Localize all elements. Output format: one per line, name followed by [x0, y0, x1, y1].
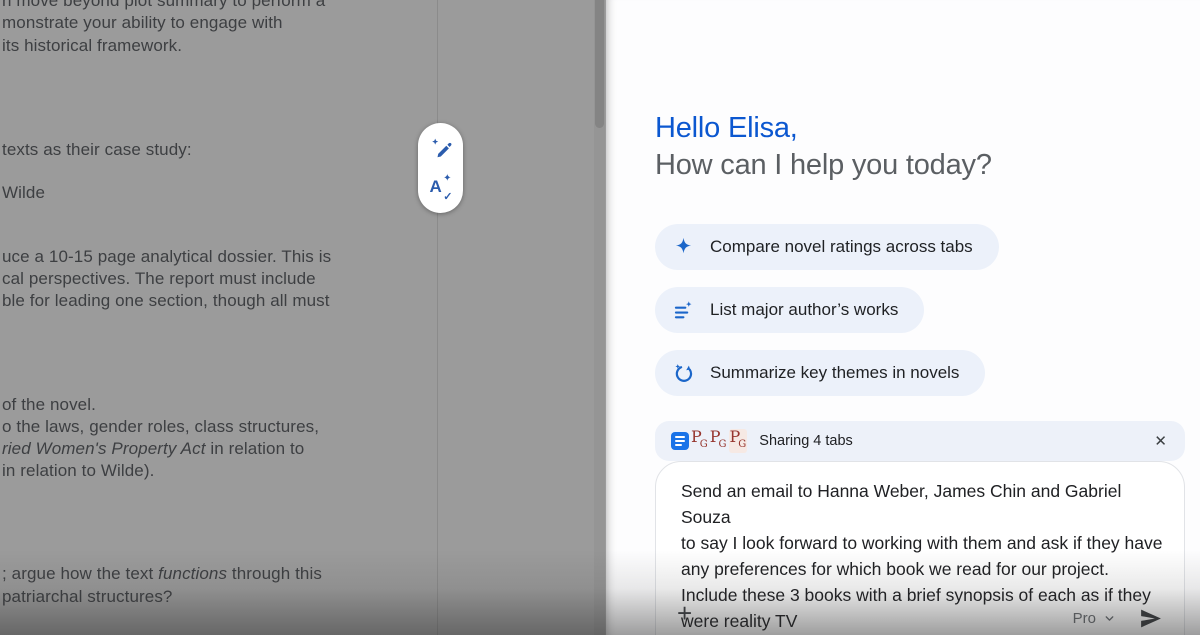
chip-label: List major author’s works [710, 300, 899, 319]
pencil-sparkle-icon [429, 136, 453, 160]
doc-line: of the novel. [2, 395, 96, 414]
doc-line: n move beyond plot summary to perform a [2, 0, 326, 10]
document-scrollbar[interactable] [594, 0, 605, 635]
greeting-name: Hello Elisa, [655, 112, 798, 144]
greeting-question: How can I help you today? [655, 149, 992, 181]
sharing-tabs-bar: PG PG PG Sharing 4 tabs ✕ [655, 421, 1185, 461]
refresh-sparkle-icon [672, 362, 695, 385]
scrollbar-thumb[interactable] [595, 0, 604, 128]
proofread-button[interactable]: A ✦ ✓ [427, 173, 455, 203]
doc-line: cal perspectives. The report must includ… [2, 269, 316, 288]
gutenberg-favicon: PG [709, 427, 727, 450]
sparkle-icon [672, 236, 695, 259]
doc-line: ; argue how the text functions through t… [2, 564, 322, 583]
chip-label: Summarize key themes in novels [710, 363, 960, 382]
document-canvas[interactable]: n move beyond plot summary to perform a … [0, 0, 606, 635]
help-me-write-button[interactable] [427, 134, 455, 162]
model-selector[interactable]: Pro [1073, 610, 1096, 627]
chevron-down-icon[interactable] [1103, 612, 1116, 625]
list-sparkle-icon [672, 299, 695, 322]
doc-line: Wilde [2, 183, 46, 202]
doc-line: texts as their case study: [2, 140, 192, 159]
close-icon[interactable]: ✕ [1152, 428, 1169, 454]
doc-line: ried Women's Property Act in relation to [2, 439, 305, 458]
google-docs-favicon [671, 432, 689, 450]
gutenberg-favicon: PG [728, 429, 748, 453]
doc-line: uce a 10-15 page analytical dossier. Thi… [2, 247, 332, 266]
add-attachment-button[interactable]: + [677, 600, 692, 626]
chip-summarize-themes[interactable]: Summarize key themes in novels [655, 350, 986, 396]
chip-label: Compare novel ratings across tabs [710, 237, 973, 256]
doc-line: monstrate your ability to engage with [2, 13, 283, 32]
doc-line: in relation to Wilde). [2, 461, 155, 480]
doc-line: patriarchal structures? [2, 587, 173, 606]
gemini-side-panel: Hello Elisa, How can I help you today? C… [606, 0, 1200, 635]
page-edge-divider [437, 0, 438, 635]
chip-list-works[interactable]: List major author’s works [655, 287, 925, 333]
writing-tools-pill: A ✦ ✓ [418, 123, 463, 213]
chip-compare-ratings[interactable]: Compare novel ratings across tabs [655, 224, 999, 270]
prompt-input-card[interactable]: Send an email to Hanna Weber, James Chin… [655, 461, 1185, 635]
proofread-a-icon: A ✦ ✓ [429, 173, 453, 203]
doc-line: o the laws, gender roles, class structur… [2, 417, 320, 436]
send-icon[interactable] [1138, 606, 1163, 631]
sharing-tabs-label: Sharing 4 tabs [759, 433, 853, 449]
gutenberg-favicon: PG [691, 427, 708, 450]
greeting: Hello Elisa, How can I help you today? [655, 110, 992, 184]
doc-line: ble for leading one section, though all … [2, 291, 330, 310]
screen: n move beyond plot summary to perform a … [0, 0, 1200, 635]
doc-line: its historical framework. [2, 36, 183, 55]
